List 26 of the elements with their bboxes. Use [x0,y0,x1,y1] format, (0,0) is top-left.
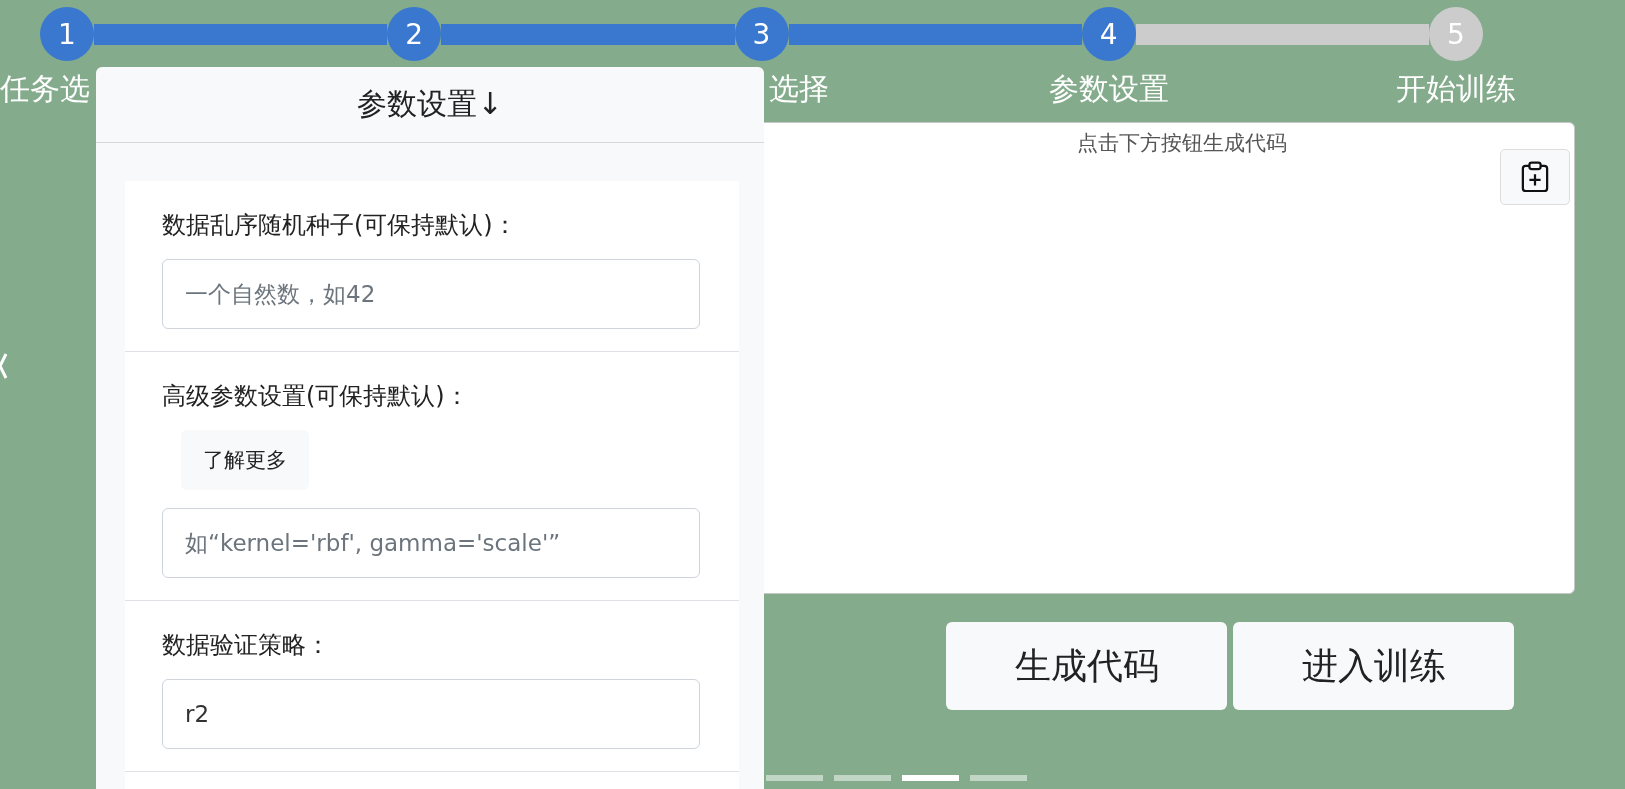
input-field[interactable]: r2 [162,679,700,749]
code-hint: 点击下方按钮生成代码 [1076,130,1288,157]
step-label: 任务选 [0,71,90,106]
step-circle: 1 [40,7,94,61]
field-label: 数据乱序随机种子(可保持默认)： [162,210,517,241]
action-button[interactable]: 生成代码 [946,622,1227,710]
clipboard-plus-icon [1521,160,1549,194]
action-button[interactable]: 进入训练 [1233,622,1514,710]
step-circle: 2 [387,7,442,61]
field-label: 数据验证策略： [162,630,330,661]
step-circle: 3 [734,7,789,61]
learn-more-button[interactable]: 了解更多 [181,430,309,490]
step-label: 参数设置 [1048,71,1169,106]
carousel-indicator[interactable] [902,775,959,781]
copy-button[interactable] [1500,149,1570,205]
panel-title: 参数设置↓ [357,85,503,123]
carousel-indicator[interactable] [834,775,891,781]
carousel-indicator[interactable] [766,775,823,781]
input-field[interactable]: 一个自然数，如42 [162,259,700,329]
input-field[interactable]: 如“kernel='rbf', gamma='scale'” [162,508,700,578]
step-circle: 4 [1081,7,1136,61]
chevron-left-icon[interactable] [0,352,8,380]
step-label: 开始训练 [1396,71,1516,106]
carousel-indicator[interactable] [970,775,1027,781]
step-label: 选择 [768,71,829,106]
field-label: 高级参数设置(可保持默认)： [162,381,469,412]
